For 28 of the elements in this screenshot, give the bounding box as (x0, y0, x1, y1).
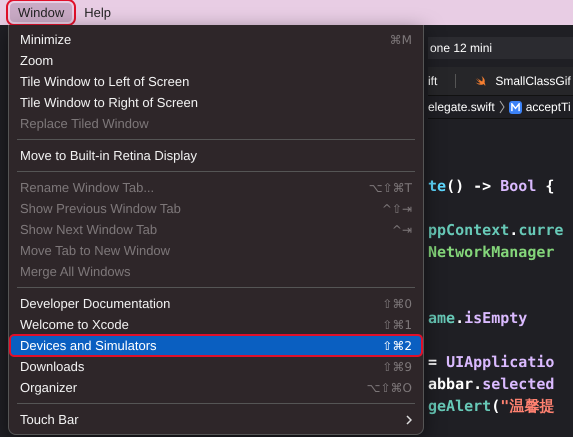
method-icon (508, 100, 522, 114)
editor-tab[interactable]: ift (428, 74, 438, 88)
menu-item[interactable]: Tile Window to Left of Screen (10, 71, 422, 92)
code-line: ame.isEmpty (428, 309, 528, 327)
menu-item[interactable]: Downloads ⇧⌘9 (10, 356, 422, 377)
breadcrumb-item[interactable]: elegate.swift (428, 100, 495, 114)
code-line: ppContext.curre (428, 221, 564, 239)
menu-item[interactable]: Move to Built-in Retina Display (10, 145, 422, 166)
menu-item[interactable]: Tile Window to Right of Screen (10, 92, 422, 113)
chevron-right-icon (406, 414, 412, 424)
menu-item[interactable]: Minimize ⌘M (10, 29, 422, 50)
menu-bar-item[interactable]: Window (10, 3, 72, 22)
menu-item[interactable]: Welcome to Xcode ⇧⌘1 (10, 314, 422, 335)
code-line: te() -> Bool { (428, 177, 554, 195)
chevron-right-icon (498, 100, 505, 114)
code-line: = UIApplicatio (428, 353, 554, 371)
editor-tab[interactable]: SmallClassGif (495, 74, 571, 88)
menu-item[interactable]: Zoom (10, 50, 422, 71)
code-line: abbar.selected (428, 375, 554, 393)
menu-item[interactable]: Developer Documentation ⇧⌘0 (10, 293, 422, 314)
bird-icon (474, 74, 488, 88)
code-line: NetworkManager (428, 243, 554, 261)
menu-item[interactable]: Devices and Simulators ⇧⌘2 (10, 335, 422, 356)
code-line: geAlert("温馨提 (428, 397, 554, 415)
menu-bar-item[interactable]: Help (76, 3, 119, 22)
menu-item[interactable]: Touch Bar (10, 409, 422, 430)
breadcrumb-item[interactable]: acceptTi (526, 100, 571, 114)
menu-item[interactable]: Organizer ⌥⇧⌘O (10, 377, 422, 398)
